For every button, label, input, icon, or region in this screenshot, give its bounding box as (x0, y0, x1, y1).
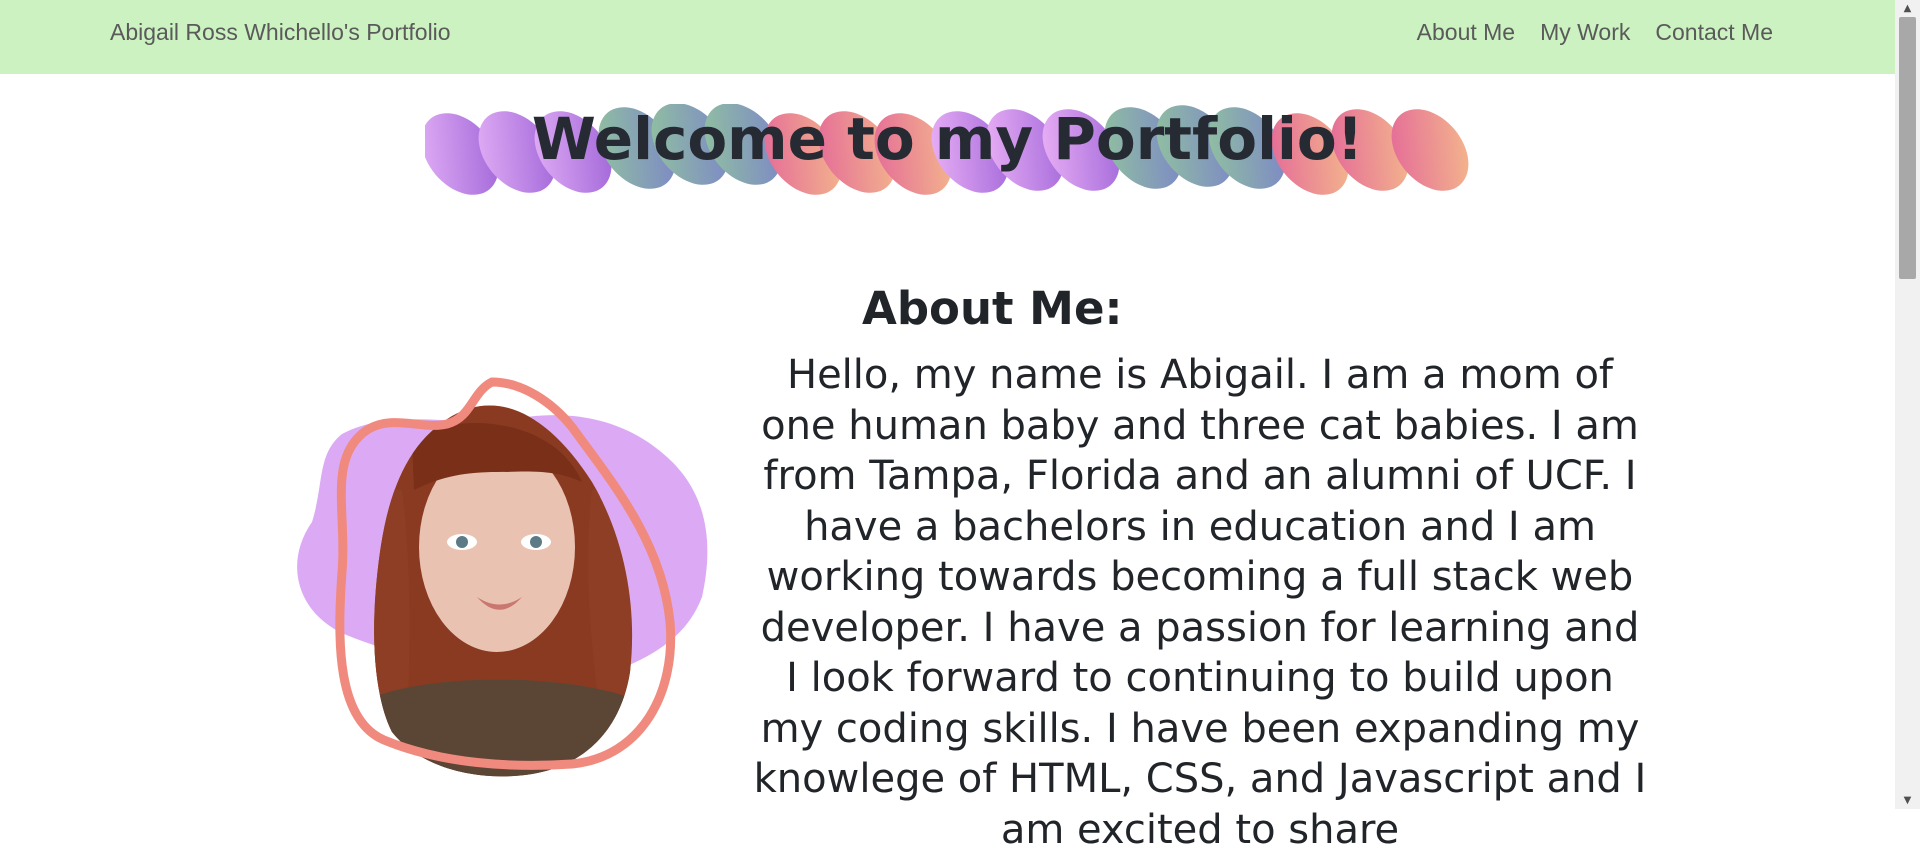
brand-link[interactable]: Abigail Ross Whichello's Portfolio (110, 19, 451, 46)
scroll-up-icon[interactable]: ▲ (1895, 0, 1920, 17)
navbar: Abigail Ross Whichello's Portfolio About… (0, 0, 1895, 74)
profile-portrait (297, 377, 708, 777)
scrollbar[interactable]: ▲ ▼ (1895, 0, 1920, 809)
scrollbar-thumb[interactable] (1899, 17, 1916, 279)
nav-link-about-me[interactable]: About Me (1417, 19, 1515, 46)
about-heading: About Me: (862, 282, 1123, 335)
nav-link-contact-me[interactable]: Contact Me (1655, 19, 1773, 46)
welcome-title: Welcome to my Portfolio! (531, 105, 1364, 173)
scroll-down-icon[interactable]: ▼ (1895, 792, 1920, 809)
nav-links: About Me My Work Contact Me (1417, 19, 1773, 46)
about-text: Hello, my name is Abigail. I am a mom of… (753, 352, 1647, 853)
nav-link-my-work[interactable]: My Work (1540, 19, 1630, 46)
